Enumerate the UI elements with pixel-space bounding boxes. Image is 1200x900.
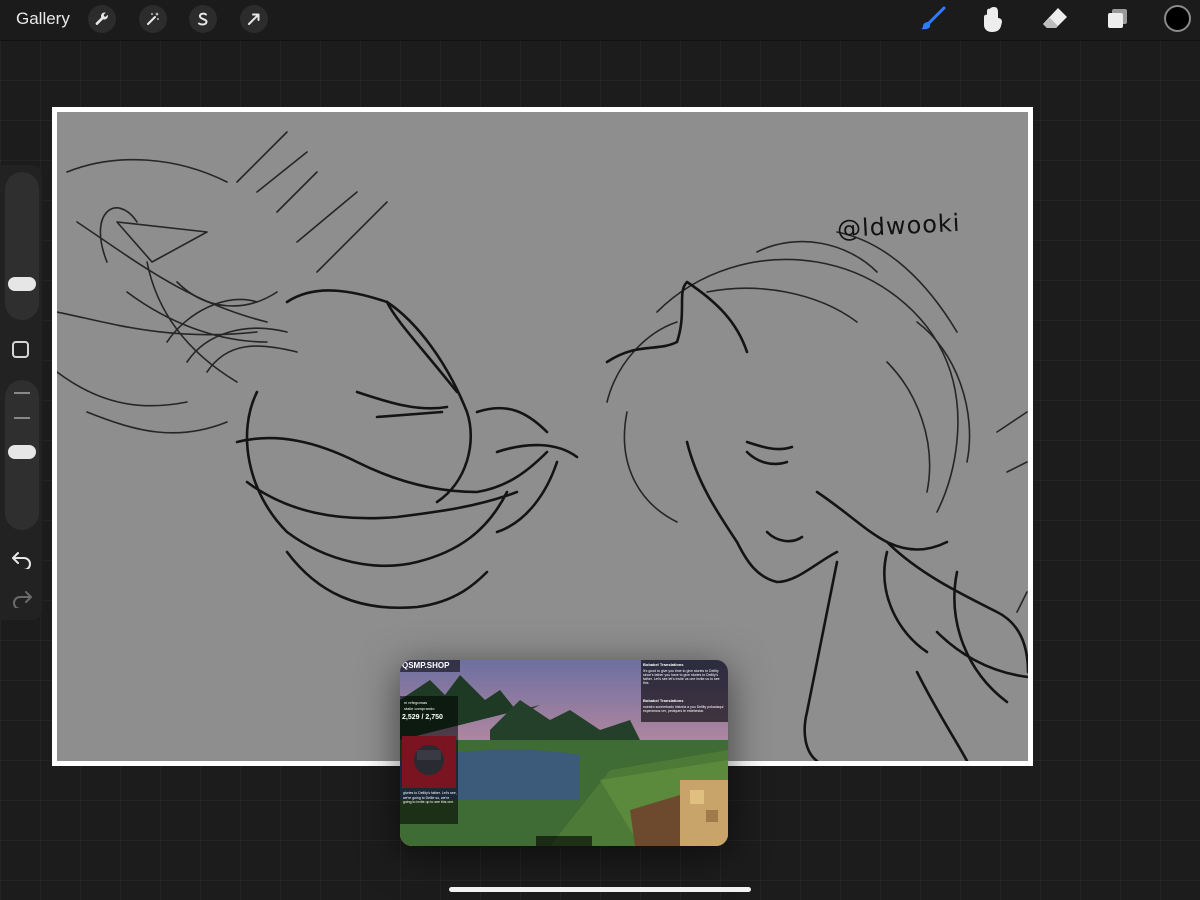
- game-scene: [400, 660, 728, 846]
- wrench-icon: [95, 12, 108, 25]
- channel-name: QSMP.SHOP: [402, 661, 450, 670]
- brush-tool-button[interactable]: [918, 4, 948, 34]
- eraser-tool-button[interactable]: [1040, 4, 1070, 34]
- layers-button[interactable]: [1102, 4, 1132, 34]
- selection-icon: [198, 12, 208, 26]
- redo-icon: [13, 591, 32, 610]
- modify-button[interactable]: [12, 341, 29, 358]
- layers-icon: [1108, 9, 1127, 28]
- sub-goal-sublabel: stalle comprando: [404, 706, 435, 711]
- sidebar: [0, 165, 42, 620]
- chat-message: nuestro sonrimbado historia a you Dellit…: [643, 705, 724, 713]
- opacity-thumb[interactable]: [8, 445, 36, 459]
- adjustments-button[interactable]: [139, 5, 167, 33]
- right-sketch: [606, 231, 1028, 613]
- sub-count: 2,529 / 2,750: [402, 714, 443, 721]
- selection-button[interactable]: [189, 5, 217, 33]
- chat-message: It's good to give you time to give stori…: [643, 669, 720, 685]
- left-face: [235, 289, 579, 610]
- caption-text: glories to Dellity's father. Let's see, …: [403, 791, 457, 804]
- color-picker-button[interactable]: [1164, 5, 1191, 32]
- brush-size-slider[interactable]: [5, 172, 39, 320]
- undo-icon: [12, 552, 31, 571]
- eraser-icon: [1043, 8, 1067, 28]
- chat-header: Bobabel Translations: [643, 698, 684, 703]
- brush-icon: [921, 6, 946, 30]
- magic-wand-icon: [147, 12, 159, 25]
- smudge-tool-button[interactable]: [978, 4, 1008, 34]
- actions-button[interactable]: [88, 5, 116, 33]
- gallery-button[interactable]: Gallery: [16, 9, 70, 29]
- transform-button[interactable]: [240, 5, 268, 33]
- sub-goal-label: ni refegomas: [404, 700, 428, 705]
- brush-size-thumb[interactable]: [8, 277, 36, 291]
- smudge-icon: [984, 7, 1002, 32]
- slider-tick: [14, 417, 30, 419]
- home-indicator[interactable]: [449, 887, 751, 892]
- transform-arrow-icon: [248, 13, 260, 25]
- left-sketch: [57, 131, 388, 434]
- slider-tick: [14, 392, 30, 394]
- chat-header: Bobabel Translations: [643, 662, 684, 667]
- redo-button[interactable]: [11, 590, 33, 613]
- undo-button[interactable]: [11, 551, 33, 574]
- pip-video-player[interactable]: QSMP.SHOP ni refegomas stalle comprando …: [400, 660, 728, 846]
- top-toolbar: Gallery: [0, 0, 1200, 41]
- opacity-slider[interactable]: [5, 380, 39, 530]
